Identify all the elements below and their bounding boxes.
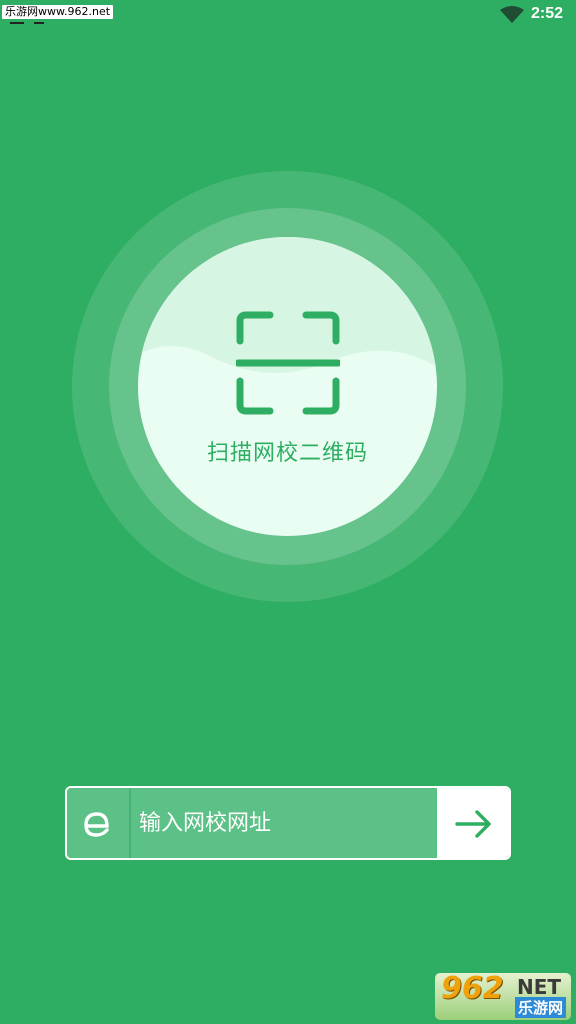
watermark-net: NET (517, 975, 562, 999)
watermark-cn: 乐游网 (515, 997, 567, 1018)
browser-e-icon (84, 812, 109, 837)
watermark-bottom-right: 962 NET 乐游网 (435, 973, 571, 1020)
url-bar (65, 786, 511, 860)
notification-icons (10, 20, 60, 30)
status-bar: 乐游网www.962.net 2:52 (0, 0, 576, 30)
school-url-input[interactable] (133, 788, 439, 858)
watermark-number: 962 (441, 973, 504, 1006)
scan-qr-label: 扫描网校二维码 (206, 441, 368, 466)
browser-e-icon-box (67, 788, 131, 858)
watermark-top-left: 乐游网www.962.net (2, 5, 114, 19)
status-time: 2:52 (531, 5, 564, 22)
arrow-right-icon (455, 810, 491, 838)
scan-qr-icon (236, 311, 340, 415)
wifi-icon (500, 6, 524, 23)
scan-qr-button[interactable]: 扫描网校二维码 (138, 237, 437, 536)
go-button[interactable] (437, 788, 509, 858)
